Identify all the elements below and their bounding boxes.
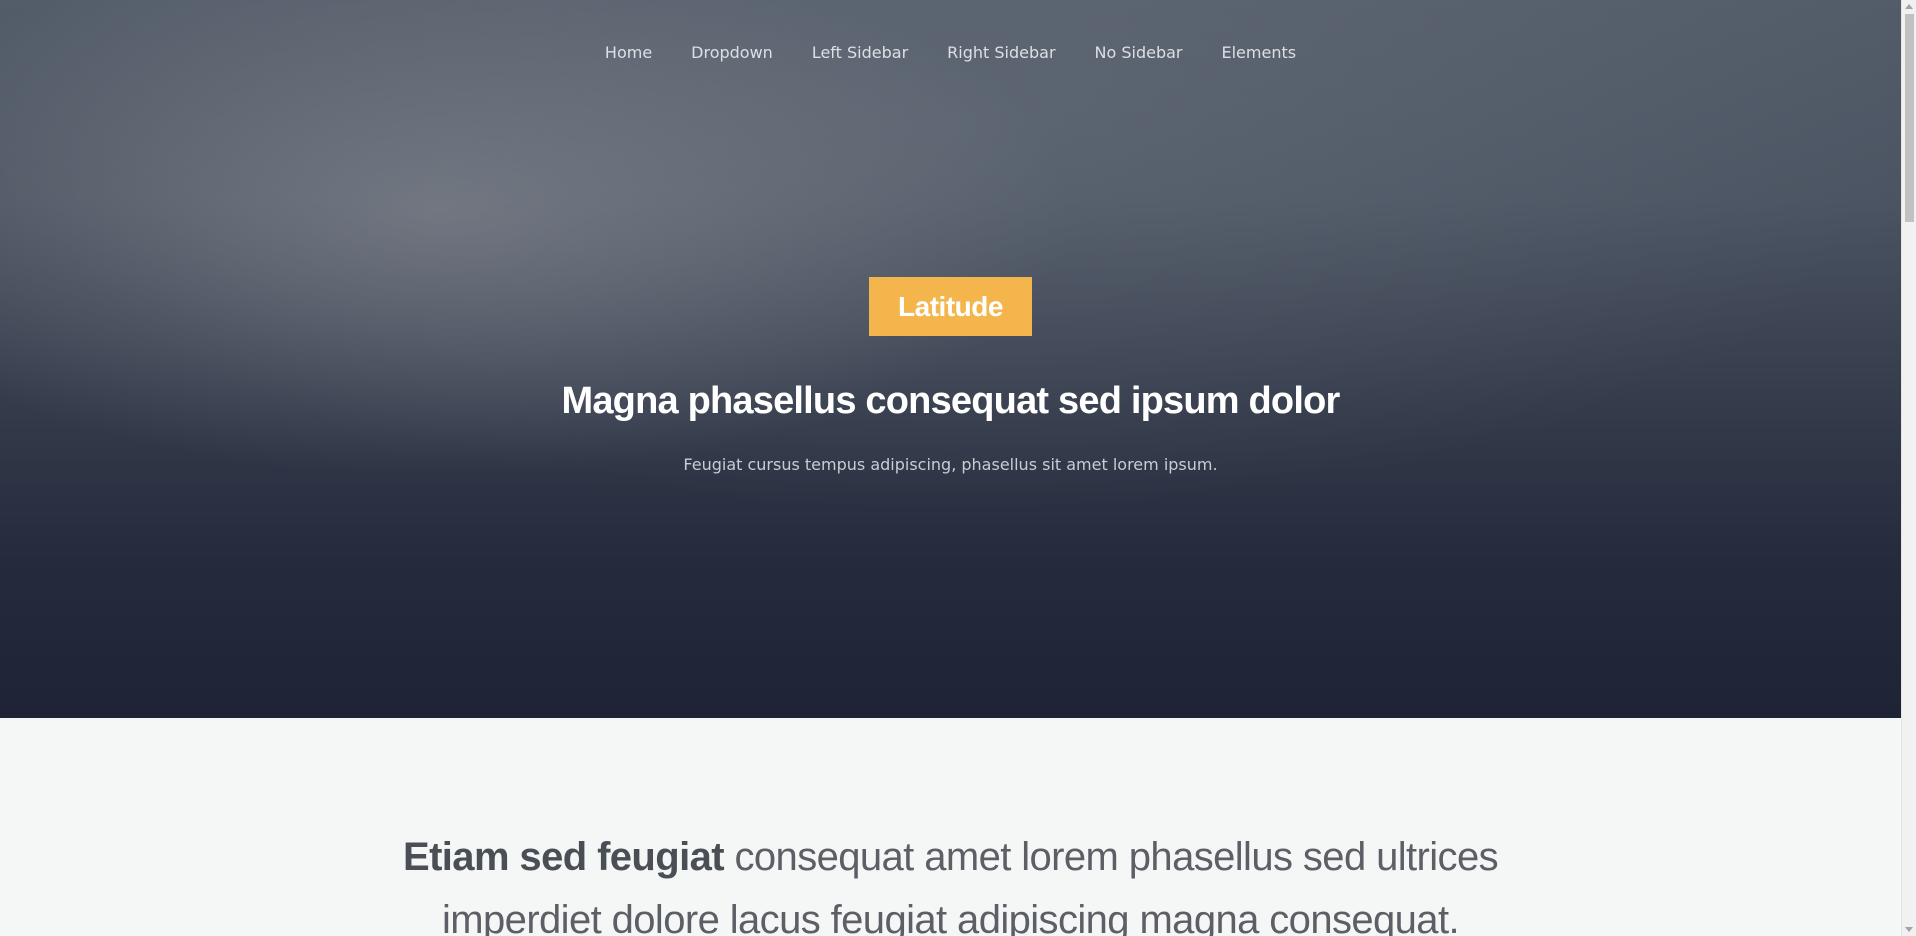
nav-item-right-sidebar[interactable]: Right Sidebar — [928, 43, 1075, 62]
hero-banner: Home Dropdown Left Sidebar Right Sidebar… — [0, 0, 1901, 718]
chevron-up-icon[interactable] — [1905, 4, 1913, 9]
intro-line2: imperdiet dolore lacus feugiat adipiscin… — [442, 898, 1460, 936]
page-scrollbar[interactable] — [1901, 0, 1916, 936]
intro-strong: Etiam sed feugiat — [402, 835, 725, 879]
intro-text: Etiam sed feugiat consequat amet lorem p… — [0, 826, 1901, 936]
nav-item-elements[interactable]: Elements — [1202, 43, 1316, 62]
nav-item-left-sidebar[interactable]: Left Sidebar — [792, 43, 927, 62]
hero-content: Latitude Magna phasellus consequat sed i… — [0, 277, 1901, 477]
intro-line1: consequat amet lorem phasellus sed ultri… — [734, 835, 1499, 879]
hero-subtitle: Feugiat cursus tempus adipiscing, phasel… — [683, 455, 1218, 474]
chevron-down-icon[interactable] — [1905, 927, 1913, 932]
site-logo-badge[interactable]: Latitude — [869, 277, 1032, 336]
nav-item-dropdown[interactable]: Dropdown — [672, 43, 793, 62]
hero-title: Magna phasellus consequat sed ipsum dolo… — [561, 380, 1340, 422]
nav-item-home[interactable]: Home — [585, 43, 671, 62]
intro-section: Etiam sed feugiat consequat amet lorem p… — [0, 718, 1901, 936]
nav-item-no-sidebar[interactable]: No Sidebar — [1075, 43, 1202, 62]
page: Home Dropdown Left Sidebar Right Sidebar… — [0, 0, 1916, 936]
scrollbar-thumb[interactable] — [1905, 14, 1914, 222]
main-nav: Home Dropdown Left Sidebar Right Sidebar… — [0, 0, 1901, 104]
